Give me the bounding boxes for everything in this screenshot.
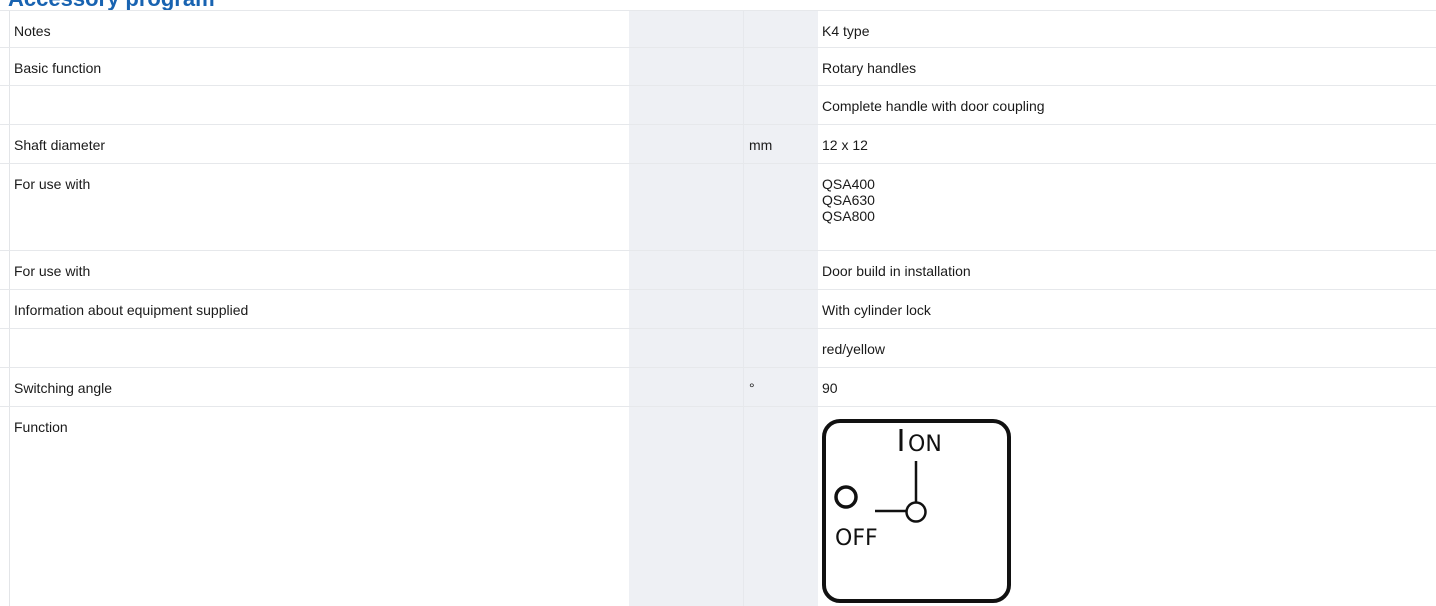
row-label: Notes bbox=[14, 23, 51, 39]
row-unit bbox=[744, 290, 818, 328]
list-item: QSA400 bbox=[822, 176, 875, 192]
row-label: Switching angle bbox=[14, 380, 113, 396]
row-label: Basic function bbox=[14, 60, 102, 76]
row-label: For use with bbox=[14, 176, 91, 192]
on-label: ON bbox=[908, 432, 942, 457]
row-value: 90 bbox=[822, 380, 838, 396]
row-label: Shaft diameter bbox=[14, 137, 106, 153]
row-label bbox=[0, 86, 629, 124]
row-unit bbox=[744, 329, 818, 367]
row-unit: mm bbox=[749, 137, 773, 153]
row-value: Door build in installation bbox=[822, 263, 971, 279]
list-item: QSA800 bbox=[822, 208, 875, 224]
row-unit bbox=[744, 48, 818, 85]
row-value: 12 x 12 bbox=[822, 137, 868, 153]
list-item: QSA630 bbox=[822, 192, 875, 208]
table-row-basic-function: Basic function Rotary handles bbox=[0, 48, 1436, 86]
off-label: OFF bbox=[835, 526, 878, 551]
handle-pivot-circle bbox=[905, 501, 927, 523]
section-title: Accessory program bbox=[8, 0, 215, 11]
row-label bbox=[0, 329, 629, 367]
table-row-equipment-supplied: Information about equipment supplied Wit… bbox=[0, 290, 1436, 329]
row-unit bbox=[744, 251, 818, 289]
table-row-switching-angle: Switching angle ° 90 bbox=[0, 368, 1436, 407]
table-row-shaft-diameter: Shaft diameter mm 12 x 12 bbox=[0, 125, 1436, 164]
row-unit bbox=[744, 407, 818, 606]
row-label: Function bbox=[14, 419, 68, 435]
row-value: red/yellow bbox=[822, 341, 886, 357]
spec-table: Notes K4 type Basic function Rotary hand… bbox=[0, 10, 1436, 606]
row-unit bbox=[744, 86, 818, 124]
datasheet-page: Accessory program Notes K4 type Basic fu… bbox=[0, 0, 1436, 606]
switch-position-diagram: ON OFF bbox=[822, 419, 1011, 603]
table-row-color: red/yellow bbox=[0, 329, 1436, 368]
row-unit: ° bbox=[749, 380, 755, 396]
row-label: For use with bbox=[14, 263, 91, 279]
row-value: K4 type bbox=[822, 23, 870, 39]
table-row-function: Function ON OFF bbox=[0, 407, 1436, 606]
row-value: Rotary handles bbox=[822, 60, 917, 76]
row-unit bbox=[744, 11, 818, 47]
row-unit bbox=[744, 164, 818, 250]
table-row-notes: Notes K4 type bbox=[0, 10, 1436, 48]
table-row-for-use-with-switches: For use with QSA400 QSA630 QSA800 bbox=[0, 164, 1436, 251]
row-label: Information about equipment supplied bbox=[14, 302, 249, 318]
table-row-basic-function-detail: Complete handle with door coupling bbox=[0, 86, 1436, 125]
row-value: With cylinder lock bbox=[822, 302, 931, 318]
row-value: Complete handle with door coupling bbox=[822, 98, 1045, 114]
row-value-list: QSA400 QSA630 QSA800 bbox=[818, 164, 1436, 250]
table-row-for-use-with-installation: For use with Door build in installation bbox=[0, 251, 1436, 290]
